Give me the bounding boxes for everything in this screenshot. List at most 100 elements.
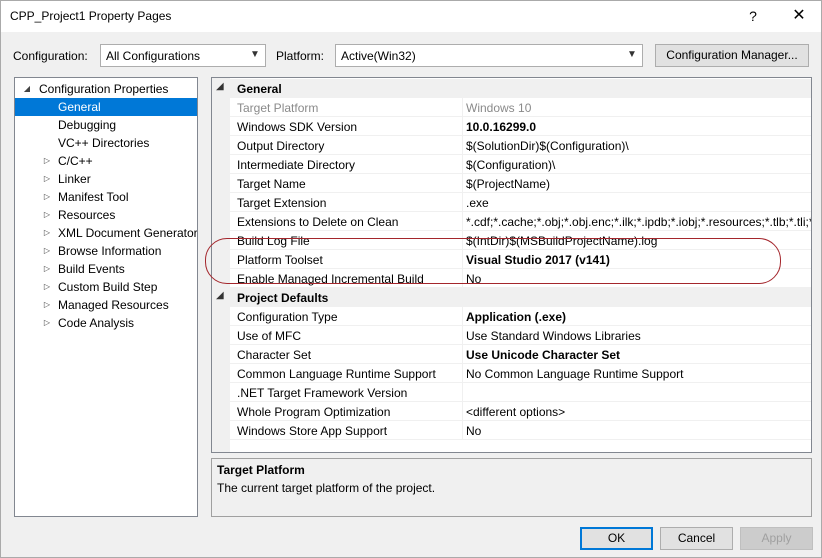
tree-item-custom-build-step[interactable]: ▷ Custom Build Step — [15, 278, 197, 296]
property-name: Use of MFC — [237, 329, 302, 343]
property-row[interactable]: Intermediate Directory $(Configuration)\ — [230, 155, 811, 174]
collapsed-triangle-icon[interactable]: ▷ — [42, 224, 52, 242]
collapsed-triangle-icon[interactable]: ▷ — [42, 188, 52, 206]
expanded-triangle-icon[interactable]: ◢ — [216, 290, 224, 301]
property-row[interactable]: Output Directory $(SolutionDir)$(Configur… — [230, 136, 811, 155]
property-row[interactable]: Build Log File $(IntDir)$(MSBuildProjectN… — [230, 231, 811, 250]
collapsed-triangle-icon[interactable]: ▷ — [42, 314, 52, 332]
tree-item-general[interactable]: General — [15, 98, 197, 116]
column-divider — [462, 136, 463, 155]
property-value[interactable]: .exe — [466, 196, 489, 210]
property-grid: ◢ General Target Platform Windows 10 Windows… — [211, 77, 812, 453]
property-row[interactable]: Windows SDK Version 10.0.16299.0 — [230, 117, 811, 136]
property-value[interactable]: No — [466, 424, 481, 438]
property-value[interactable]: $(ProjectName) — [466, 177, 550, 191]
tree-item-label: Manifest Tool — [58, 190, 129, 204]
property-pages-dialog: CPP_Project1 Property Pages ? ✕ Configur… — [0, 0, 822, 558]
property-value[interactable]: $(IntDir)$(MSBuildProjectName).log — [466, 234, 657, 248]
property-value[interactable]: Use Standard Windows Libraries — [466, 329, 641, 343]
tree-item-label: Configuration Properties — [39, 82, 169, 96]
description-title: Target Platform — [217, 463, 305, 477]
help-icon[interactable]: ? — [741, 6, 765, 26]
property-value[interactable]: <different options> — [466, 405, 565, 419]
apply-button[interactable]: Apply — [740, 527, 813, 550]
property-row[interactable]: .NET Target Framework Version — [230, 383, 811, 402]
property-value[interactable]: Application (.exe) — [466, 310, 566, 324]
tree-item-code-analysis[interactable]: ▷ Code Analysis — [15, 314, 197, 332]
collapsed-triangle-icon[interactable]: ▷ — [42, 206, 52, 224]
property-name: .NET Target Framework Version — [237, 386, 408, 400]
column-divider — [462, 326, 463, 345]
tree-item-linker[interactable]: ▷ Linker — [15, 170, 197, 188]
tree-item-resources[interactable]: ▷ Resources — [15, 206, 197, 224]
tree-item-browse-information[interactable]: ▷ Browse Information — [15, 242, 197, 260]
column-divider — [462, 364, 463, 383]
column-divider — [462, 193, 463, 212]
cancel-button[interactable]: Cancel — [660, 527, 733, 550]
configuration-manager-button[interactable]: Configuration Manager... — [655, 44, 809, 67]
title-bar: CPP_Project1 Property Pages ? ✕ — [1, 1, 821, 32]
property-value[interactable]: *.cdf;*.cache;*.obj;*.obj.enc;*.ilk;*.ip… — [466, 215, 811, 229]
property-name: Build Log File — [237, 234, 310, 248]
column-divider — [462, 345, 463, 364]
collapsed-triangle-icon[interactable]: ▷ — [42, 242, 52, 260]
property-row[interactable]: Extensions to Delete on Clean *.cdf;*.cac… — [230, 212, 811, 231]
collapsed-triangle-icon[interactable]: ▷ — [42, 296, 52, 314]
property-name: Intermediate Directory — [237, 158, 356, 172]
platform-value: Active(Win32) — [341, 49, 416, 63]
property-row[interactable]: Target Platform Windows 10 — [230, 98, 811, 117]
collapsed-triangle-icon[interactable]: ▷ — [42, 278, 52, 296]
property-name: Common Language Runtime Support — [237, 367, 436, 381]
tree-item-debugging[interactable]: Debugging — [15, 116, 197, 134]
property-row[interactable]: Platform Toolset Visual Studio 2017 (v141… — [230, 250, 811, 269]
configuration-label: Configuration: — [13, 49, 88, 63]
tree-item-label: Resources — [58, 208, 116, 222]
property-name: Output Directory — [237, 139, 325, 153]
property-value[interactable]: $(SolutionDir)$(Configuration)\ — [466, 139, 629, 153]
property-value[interactable]: Visual Studio 2017 (v141) — [466, 253, 610, 267]
category-row[interactable]: ◢ Project Defaults — [212, 288, 811, 307]
configuration-dropdown[interactable]: All Configurations ▼ — [100, 44, 266, 67]
tree-item-c-c[interactable]: ▷ C/C++ — [15, 152, 197, 170]
platform-dropdown[interactable]: Active(Win32) ▼ — [335, 44, 643, 67]
property-value[interactable]: Windows 10 — [466, 101, 531, 115]
collapsed-triangle-icon[interactable]: ▷ — [42, 152, 52, 170]
tree-item-manifest-tool[interactable]: ▷ Manifest Tool — [15, 188, 197, 206]
description-text: The current target platform of the proje… — [217, 481, 436, 495]
property-row[interactable]: Whole Program Optimization <different opt… — [230, 402, 811, 421]
collapsed-triangle-icon[interactable]: ▷ — [42, 260, 52, 278]
property-row[interactable]: Common Language Runtime Support No Common… — [230, 364, 811, 383]
property-row[interactable]: Target Name $(ProjectName) — [230, 174, 811, 193]
property-name: Target Name — [237, 177, 306, 191]
column-divider — [462, 383, 463, 402]
close-icon[interactable]: ✕ — [787, 6, 811, 26]
property-row[interactable]: Use of MFC Use Standard Windows Libraries — [230, 326, 811, 345]
property-name: Platform Toolset — [237, 253, 323, 267]
property-name: Whole Program Optimization — [237, 405, 391, 419]
tree-item-configuration-properties[interactable]: ◢ Configuration Properties — [15, 80, 197, 98]
property-row[interactable]: Target Extension .exe — [230, 193, 811, 212]
property-value[interactable]: No Common Language Runtime Support — [466, 367, 683, 381]
expanded-triangle-icon[interactable]: ◢ — [22, 80, 32, 98]
property-row[interactable]: Character Set Use Unicode Character Set — [230, 345, 811, 364]
column-divider — [462, 174, 463, 193]
property-value[interactable]: Use Unicode Character Set — [466, 348, 620, 362]
tree-item-label: General — [58, 100, 101, 114]
property-value[interactable]: No — [466, 272, 481, 286]
category-row[interactable]: ◢ General — [212, 79, 811, 98]
collapsed-triangle-icon[interactable]: ▷ — [42, 170, 52, 188]
property-row[interactable]: Enable Managed Incremental Build No — [230, 269, 811, 288]
expanded-triangle-icon[interactable]: ◢ — [216, 81, 224, 92]
tree-item-vc-directories[interactable]: VC++ Directories — [15, 134, 197, 152]
property-row[interactable]: Configuration Type Application (.exe) — [230, 307, 811, 326]
tree-item-managed-resources[interactable]: ▷ Managed Resources — [15, 296, 197, 314]
column-divider — [462, 421, 463, 440]
property-name: Extensions to Delete on Clean — [237, 215, 399, 229]
window-title: CPP_Project1 Property Pages — [10, 9, 172, 23]
property-value[interactable]: $(Configuration)\ — [466, 158, 555, 172]
property-row[interactable]: Windows Store App Support No — [230, 421, 811, 440]
ok-button[interactable]: OK — [580, 527, 653, 550]
tree-item-xml-document-generator[interactable]: ▷ XML Document Generator — [15, 224, 197, 242]
tree-item-build-events[interactable]: ▷ Build Events — [15, 260, 197, 278]
property-value[interactable]: 10.0.16299.0 — [466, 120, 536, 134]
